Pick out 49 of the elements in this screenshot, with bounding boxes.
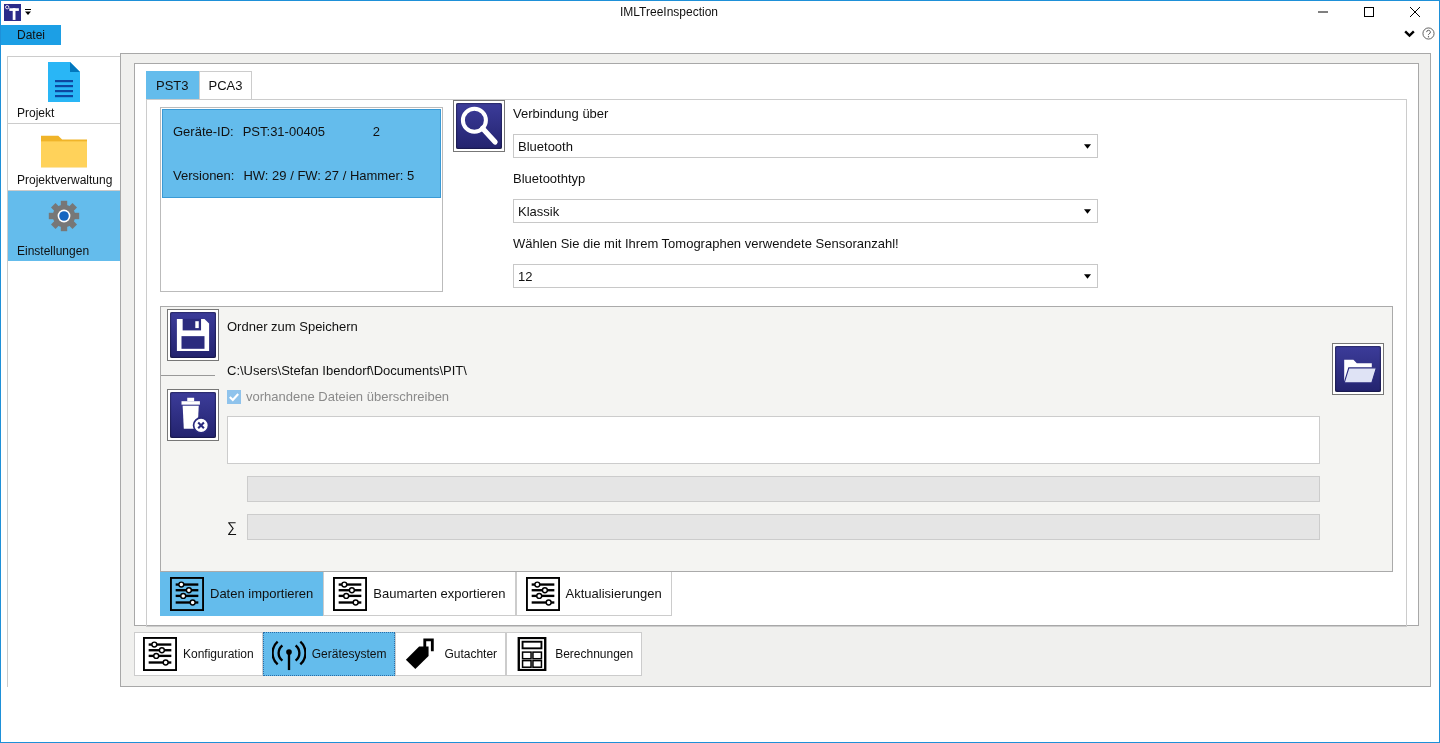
sum-symbol: ∑ [227,519,238,535]
device-list-item[interactable]: Geräte-ID: PST:31-00405 2 Versionen: HW: 29 / FW: 27 / Hammer: 5 [162,109,441,198]
action-tab[interactable]: Daten importieren [160,572,324,616]
action-tab[interactable]: Baumarten exportieren [323,572,516,616]
bottom-tab[interactable]: Gutachter [395,632,507,676]
device-id-value: PST:31-00405 [242,124,327,140]
dropdown[interactable]: Bluetooth [513,134,1098,158]
device-count: 2 [372,124,380,140]
maximize-icon[interactable] [1363,6,1375,18]
sliders-icon [170,576,204,611]
folder-path: C:\Users\Stefan Ibendorf\Documents\PIT\ [227,363,468,378]
sliders-icon [525,576,560,611]
close-icon[interactable] [1409,6,1421,18]
folder-icon [1335,346,1381,392]
delete-button[interactable] [167,389,219,441]
sidebar-item[interactable]: Projekt [8,57,120,124]
caret-icon [1084,208,1091,214]
storage-title: Ordner zum Speichern [227,319,359,334]
versions-value: HW: 29 / FW: 27 / Hammer: 5 [243,167,415,183]
device-tab[interactable]: PCA3 [198,71,253,99]
sidebar-item[interactable]: Einstellungen [8,191,120,261]
checkmark-icon [228,390,240,403]
sliders-icon [143,637,177,671]
caret-icon [1084,143,1091,149]
device-id-label: Geräte-ID: [173,124,234,140]
bottom-tab[interactable]: Konfiguration [134,632,263,676]
field-label: Bluetoothtyp [513,171,587,188]
device-tab[interactable]: PST3 [146,71,199,99]
dropdown[interactable]: 12 [513,264,1098,288]
window-title: IMLTreeInspection [618,5,719,19]
action-tab[interactable]: Aktualisierungen [515,572,672,616]
search-icon [456,103,502,149]
field-label: Wählen Sie die mit Ihrem Tomographen verwendete Sensoranzahl! [513,236,900,253]
help-icon[interactable] [1422,27,1435,40]
document-icon [48,62,80,102]
search-button[interactable] [453,100,505,152]
browse-folder-button[interactable] [1332,343,1384,395]
trash-delete-icon [170,392,216,438]
field-label: Verbindung über [513,106,610,123]
sliders-icon [333,576,368,611]
dropdown-caret-icon[interactable] [24,8,32,16]
app-logo-icon [4,3,21,21]
menu-item[interactable]: Datei [1,25,61,45]
versions-label: Versionen: [173,167,235,183]
save-button[interactable] [167,309,219,361]
caret-icon [1084,273,1091,279]
dropdown[interactable]: Klassik [513,199,1098,223]
bottom-tab[interactable]: Berechnungen [506,632,643,676]
bottom-tab[interactable]: Gerätesystem [262,632,396,676]
